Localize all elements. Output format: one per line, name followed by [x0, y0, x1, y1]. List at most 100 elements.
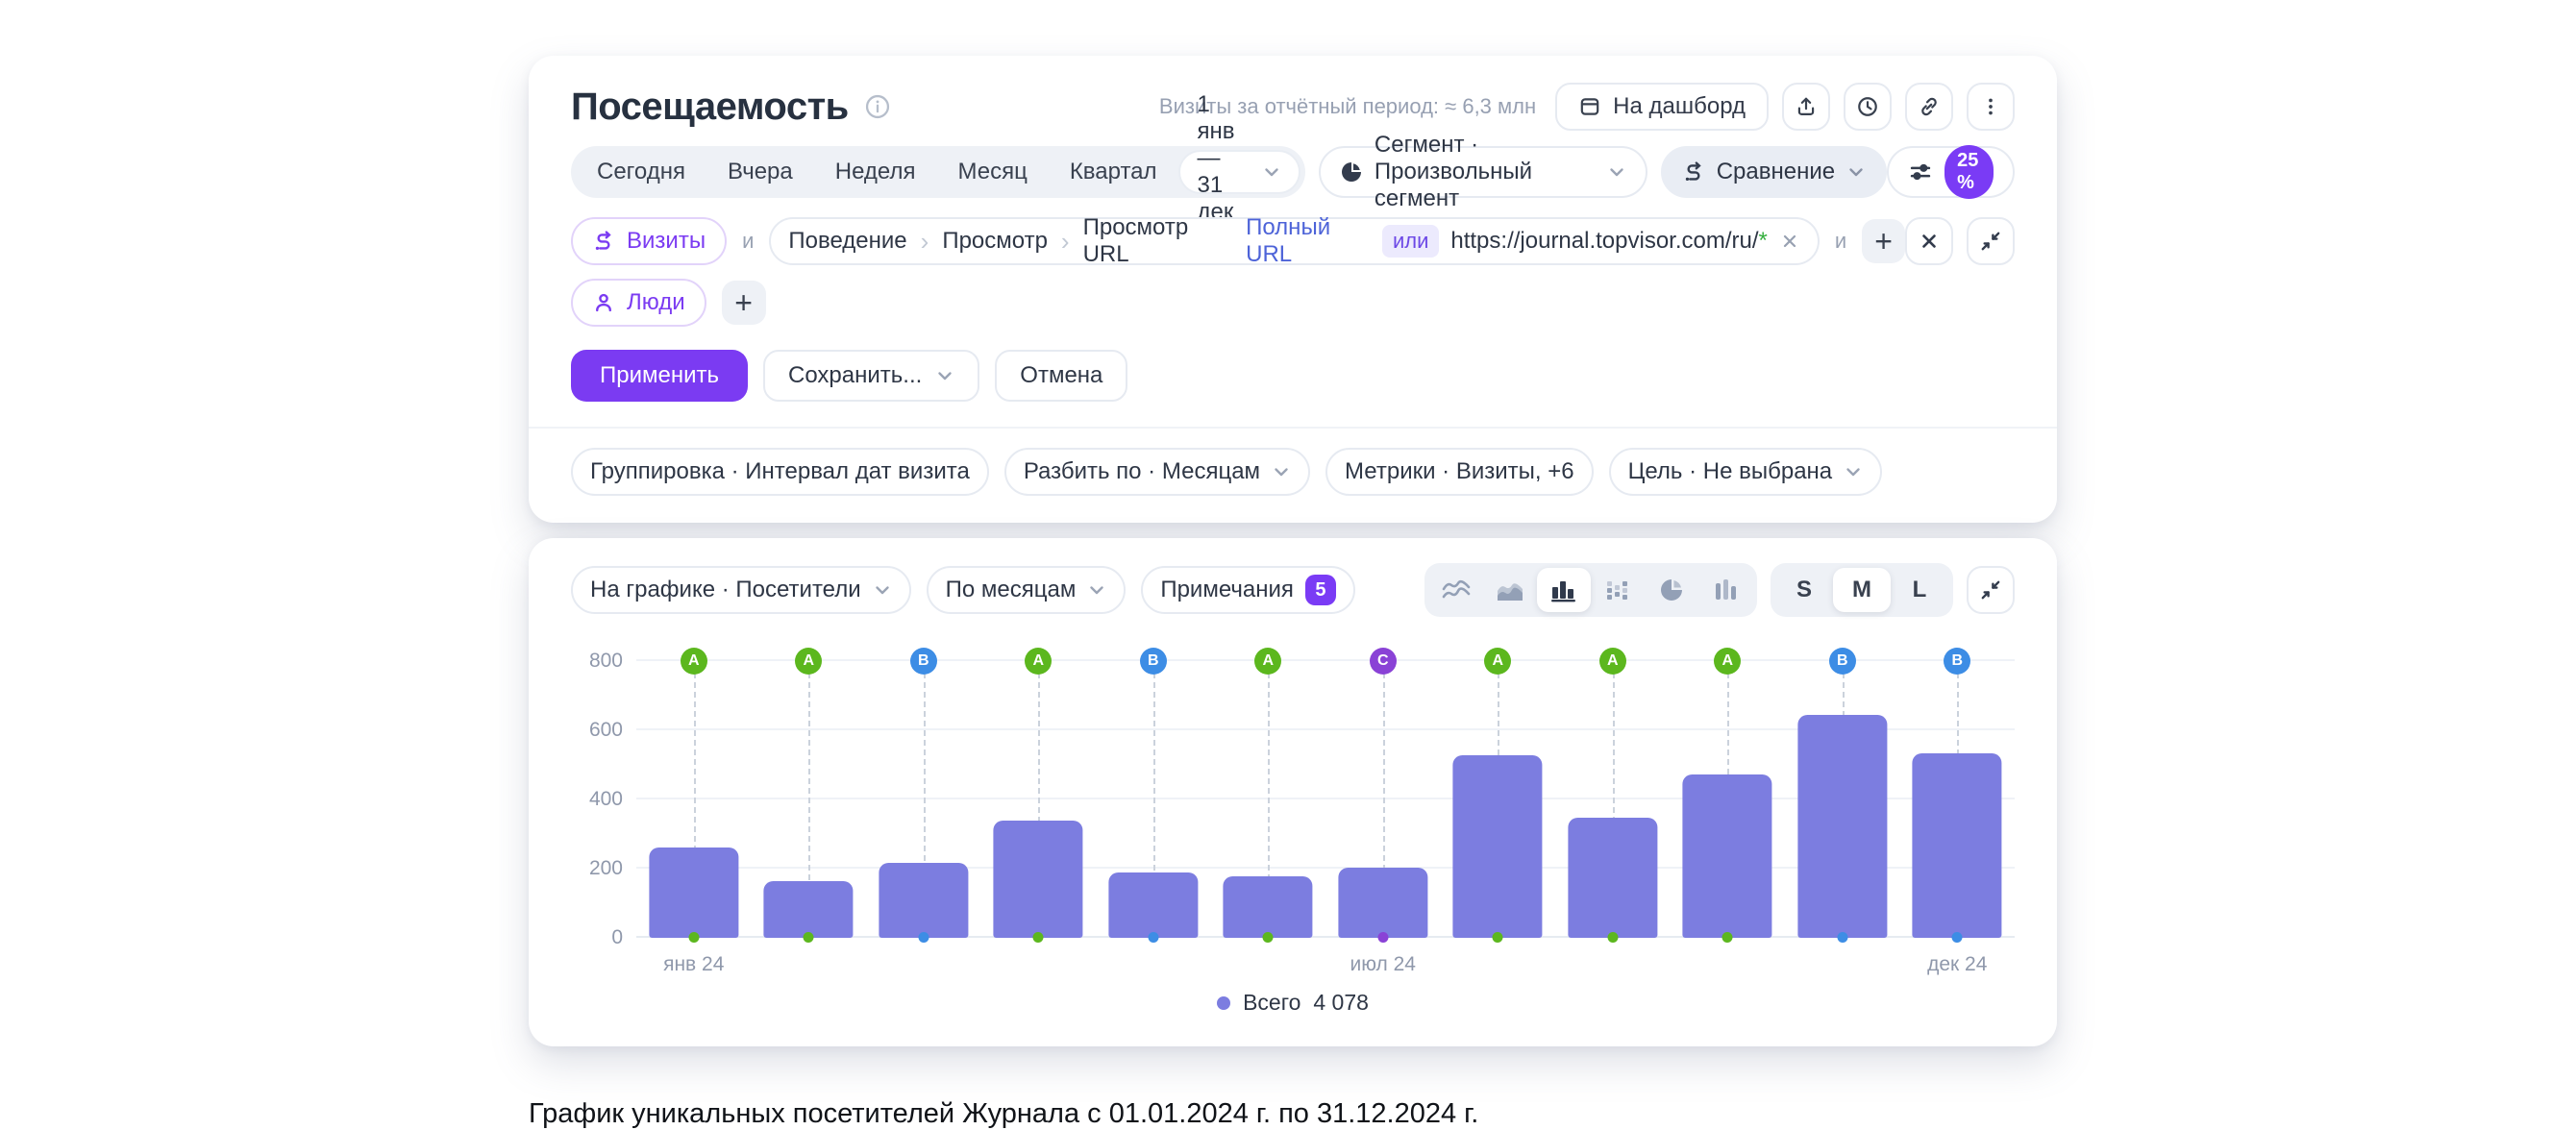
annotation-dot	[1032, 932, 1044, 943]
annotation-marker[interactable]: B	[1944, 648, 1971, 675]
bar-group: A	[981, 648, 1097, 943]
collapse-icon	[1979, 230, 2002, 253]
period-tab-quarter[interactable]: Квартал	[1049, 159, 1178, 185]
more-menu-button[interactable]	[1967, 83, 2015, 131]
chevron-down-icon	[1262, 162, 1281, 182]
collapse-chart-button[interactable]	[1967, 566, 2015, 614]
save-label: Сохранить...	[788, 362, 923, 388]
on-chart-selector[interactable]: На графике · Посетители	[571, 566, 911, 614]
annotation-dot	[1607, 932, 1619, 943]
annotation-marker[interactable]: A	[1254, 648, 1282, 675]
annotation-marker[interactable]: A	[1598, 648, 1626, 675]
save-button[interactable]: Сохранить...	[763, 350, 980, 402]
bar[interactable]	[1223, 875, 1313, 938]
chart-type-stacked[interactable]	[1591, 568, 1645, 612]
chart-type-bar[interactable]	[1537, 568, 1591, 612]
size-l[interactable]: L	[1891, 568, 1948, 612]
chevron-down-icon	[1844, 462, 1863, 481]
granularity-label: По месяцам	[945, 577, 1077, 602]
chart-type-pie[interactable]	[1645, 568, 1698, 612]
split-by-selector[interactable]: Разбить по · Месяцам	[1003, 448, 1311, 496]
annotation-marker[interactable]: C	[1369, 648, 1397, 675]
add-condition-button[interactable]: +	[1862, 219, 1905, 263]
export-button[interactable]	[1782, 83, 1830, 131]
url-text: https://journal.topvisor.com/ru/	[1450, 228, 1759, 254]
segment-condition-row: Визиты и Поведение › Просмотр › Просмотр…	[529, 198, 2057, 268]
operator-badge[interactable]: или	[1381, 225, 1440, 258]
date-range-selector[interactable]: 1 янв — 31 дек 2024	[1177, 91, 1300, 252]
bar[interactable]	[1338, 867, 1428, 938]
bar[interactable]	[1797, 714, 1888, 938]
bar[interactable]	[649, 847, 739, 938]
granularity-selector[interactable]: По месяцам	[926, 566, 1127, 614]
annotation-marker[interactable]: A	[1484, 648, 1512, 675]
chart-type-area[interactable]	[1483, 568, 1537, 612]
chevron-down-icon	[935, 366, 954, 385]
goal-selector[interactable]: Цель · Не выбрана	[1608, 448, 1883, 496]
period-tab-month[interactable]: Месяц	[936, 159, 1048, 185]
chart-type-column[interactable]	[1698, 568, 1752, 612]
period-tab-week[interactable]: Неделя	[814, 159, 937, 185]
url-condition-pill[interactable]: Поведение › Просмотр › Просмотр URL Полн…	[769, 214, 1820, 268]
plot-area: 0 200 400 600 800 Aянв 24 A B A B A Cиюл 24 A A A B Bде…	[589, 648, 2015, 975]
y-tick-label: 400	[588, 788, 623, 810]
visits-chip[interactable]: Визиты	[571, 217, 728, 265]
annotation-marker[interactable]: A	[1025, 648, 1053, 675]
bar-group: Cиюл 24	[1325, 648, 1441, 975]
grouping-selector[interactable]: Группировка · Интервал дат визита	[571, 448, 989, 496]
annotation-dot	[1721, 932, 1733, 943]
segment-selector[interactable]: Сегмент · Произвольный сегмент	[1318, 132, 1647, 211]
chart-type-line[interactable]	[1429, 568, 1483, 612]
bar[interactable]	[1682, 774, 1772, 938]
bar[interactable]	[763, 881, 854, 938]
bar[interactable]	[879, 862, 969, 938]
annotation-marker[interactable]: B	[1828, 648, 1856, 675]
period-tab-today[interactable]: Сегодня	[576, 159, 706, 185]
annotation-marker[interactable]: A	[1714, 648, 1742, 675]
annotation-marker[interactable]: A	[680, 648, 707, 675]
bar[interactable]	[1108, 872, 1199, 938]
compare-selector[interactable]: Сравнение	[1660, 146, 1888, 198]
match-type-link[interactable]: Полный URL	[1246, 214, 1371, 268]
clear-segment-button[interactable]	[1905, 217, 1953, 265]
annotation-marker[interactable]: B	[1139, 648, 1167, 675]
legend[interactable]: Всего 4 078	[571, 990, 2015, 1016]
segment-s-icon	[592, 230, 615, 253]
segment-s-icon	[1682, 160, 1705, 184]
bar[interactable]	[1568, 817, 1658, 938]
cancel-button[interactable]: Отмена	[995, 350, 1128, 402]
sampling-control[interactable]: 25 %	[1887, 145, 2015, 199]
stacked-bar-icon	[1601, 576, 1634, 604]
bar[interactable]	[993, 821, 1083, 938]
history-button[interactable]	[1844, 83, 1892, 131]
bar-group: A	[1671, 648, 1786, 943]
period-tab-yesterday[interactable]: Вчера	[706, 159, 814, 185]
url-value[interactable]: https://journal.topvisor.com/ru/*	[1450, 228, 1768, 255]
breadcrumb-behavior: Поведение	[788, 228, 907, 254]
chart-card: На графике · Посетители По месяцам Приме…	[529, 538, 2057, 1046]
annotation-marker[interactable]: A	[795, 648, 823, 675]
annotation-marker[interactable]: B	[909, 648, 937, 675]
collapse-icon	[1979, 578, 2002, 602]
collapse-filters-button[interactable]	[1967, 217, 2015, 265]
metrics-selector[interactable]: Метрики · Визиты, +6	[1325, 448, 1594, 496]
people-chip[interactable]: Люди	[571, 279, 706, 327]
bar-group: B	[1096, 648, 1211, 943]
and-label: и	[742, 229, 755, 253]
size-s[interactable]: S	[1775, 568, 1833, 612]
add-people-condition-button[interactable]: +	[721, 281, 766, 325]
info-icon[interactable]	[864, 93, 891, 120]
remove-condition-icon[interactable]	[1779, 231, 1800, 252]
and-label: и	[1834, 229, 1847, 253]
notes-selector[interactable]: Примечания 5	[1141, 566, 1355, 614]
bar-group: A	[752, 648, 867, 943]
bar[interactable]	[1452, 754, 1543, 938]
to-dashboard-button[interactable]: На дашборд	[1555, 83, 1769, 131]
annotation-dot	[688, 932, 700, 943]
bar[interactable]	[1912, 753, 2002, 938]
sliders-icon	[1908, 160, 1933, 184]
apply-button[interactable]: Применить	[571, 350, 749, 402]
size-m[interactable]: M	[1833, 568, 1891, 612]
metrics-label: Метрики · Визиты, +6	[1345, 458, 1574, 484]
copy-link-button[interactable]	[1905, 83, 1953, 131]
